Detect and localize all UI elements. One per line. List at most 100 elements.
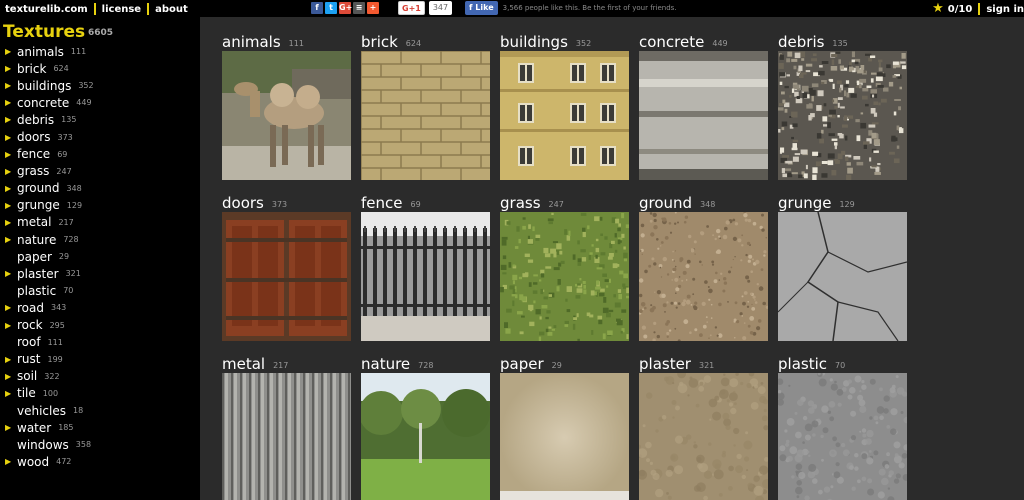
tile-title[interactable]: grunge — [778, 194, 831, 212]
tile-header: paper 29 — [500, 352, 630, 373]
texture-thumbnail[interactable] — [639, 212, 768, 341]
google-plus-one-button[interactable]: G+1 — [398, 1, 425, 15]
sidebar-item-buildings[interactable]: ▶ buildings 352 — [0, 77, 94, 94]
texture-tile-ground[interactable]: ground 348 — [639, 191, 769, 341]
sidebar-item-debris[interactable]: ▶ debris 135 — [0, 111, 94, 128]
sidebar-item-soil[interactable]: ▶ soil 322 — [0, 368, 94, 385]
sidebar-title[interactable]: Textures — [3, 22, 85, 42]
about-link[interactable]: about — [155, 4, 188, 15]
sidebar-item-roof[interactable]: roof 111 — [0, 334, 94, 351]
sidebar-item-plastic[interactable]: plastic 70 — [0, 282, 94, 299]
sidebar-item-water[interactable]: ▶ water 185 — [0, 419, 94, 436]
facebook-like-button[interactable]: f Like — [465, 1, 498, 15]
sidebar-item-count: 295 — [49, 320, 65, 330]
tile-title[interactable]: fence — [361, 194, 403, 212]
license-link[interactable]: license — [102, 4, 141, 15]
sidebar-item-windows[interactable]: windows 358 — [0, 436, 94, 453]
texture-thumbnail[interactable] — [500, 212, 629, 341]
tile-title[interactable]: paper — [500, 355, 544, 373]
tile-title[interactable]: doors — [222, 194, 264, 212]
texture-thumbnail[interactable] — [361, 373, 490, 500]
texture-thumbnail[interactable] — [361, 51, 490, 180]
texture-thumbnail[interactable] — [639, 51, 768, 180]
twitter-icon[interactable]: t — [325, 2, 337, 14]
texture-tile-fence[interactable]: fence 69 — [361, 191, 491, 341]
sidebar-item-doors[interactable]: ▶ doors 373 — [0, 128, 94, 145]
favorites-counter[interactable]: 0/10 — [948, 4, 973, 15]
texture-tile-plastic[interactable]: plastic 70 — [778, 352, 908, 500]
tile-title[interactable]: ground — [639, 194, 692, 212]
tile-title[interactable]: debris — [778, 33, 824, 51]
texture-thumbnail[interactable] — [361, 212, 490, 341]
sidebar-item-label: grunge — [17, 198, 60, 213]
tile-count: 321 — [698, 361, 715, 370]
triangle-right-icon: ▶ — [5, 200, 12, 210]
sidebar-item-count: 352 — [78, 81, 94, 91]
triangle-right-icon: ▶ — [5, 235, 12, 245]
texture-thumbnail[interactable] — [500, 51, 629, 180]
texture-thumbnail[interactable] — [778, 212, 907, 341]
sidebar-item-wood[interactable]: ▶ wood 472 — [0, 453, 94, 470]
texture-tile-plaster[interactable]: plaster 321 — [639, 352, 769, 500]
texture-tile-grass[interactable]: grass 247 — [500, 191, 630, 341]
sidebar-item-concrete[interactable]: ▶ concrete 449 — [0, 94, 94, 111]
sidebar-item-vehicles[interactable]: vehicles 18 — [0, 402, 94, 419]
sidebar-item-tile[interactable]: ▶ tile 100 — [0, 385, 94, 402]
sidebar-item-fence[interactable]: ▶ fence 69 — [0, 146, 94, 163]
tile-count: 373 — [271, 200, 288, 209]
sidebar-item-rock[interactable]: ▶ rock 295 — [0, 317, 94, 334]
sidebar-item-grunge[interactable]: ▶ grunge 129 — [0, 197, 94, 214]
sidebar-item-label: metal — [17, 215, 52, 230]
texture-thumbnail[interactable] — [778, 51, 907, 180]
tile-title[interactable]: concrete — [639, 33, 704, 51]
sidebar-item-count: 373 — [57, 132, 73, 142]
tile-title[interactable]: grass — [500, 194, 541, 212]
sidebar-item-label: rust — [17, 352, 41, 367]
sidebar-item-paper[interactable]: paper 29 — [0, 248, 94, 265]
site-link[interactable]: texturelib.com — [5, 4, 88, 15]
sidebar-item-rust[interactable]: ▶ rust 199 — [0, 351, 94, 368]
texture-tile-doors[interactable]: doors 373 — [222, 191, 352, 341]
texture-tile-metal[interactable]: metal 217 — [222, 352, 352, 500]
sidebar-item-brick[interactable]: ▶ brick 624 — [0, 60, 94, 77]
tile-title[interactable]: animals — [222, 33, 281, 51]
texture-tile-concrete[interactable]: concrete 449 — [639, 30, 769, 180]
texture-thumbnail[interactable] — [222, 373, 351, 500]
texture-tile-debris[interactable]: debris 135 — [778, 30, 908, 180]
sidebar-item-label: plaster — [17, 266, 59, 281]
tile-title[interactable]: plaster — [639, 355, 691, 373]
sign-in-link[interactable]: sign in — [986, 4, 1024, 15]
texture-tile-brick[interactable]: brick 624 — [361, 30, 491, 180]
sidebar-item-label: brick — [17, 61, 47, 76]
tile-header: brick 624 — [361, 30, 491, 51]
sidebar-item-ground[interactable]: ▶ ground 348 — [0, 180, 94, 197]
sidebar-item-grass[interactable]: ▶ grass 247 — [0, 163, 94, 180]
tile-title[interactable]: metal — [222, 355, 265, 373]
sidebar-item-animals[interactable]: ▶ animals 111 — [0, 43, 94, 60]
tile-title[interactable]: buildings — [500, 33, 568, 51]
sidebar-item-plaster[interactable]: ▶ plaster 321 — [0, 265, 94, 282]
texture-tile-buildings[interactable]: buildings 352 — [500, 30, 630, 180]
facebook-icon[interactable]: f — [311, 2, 323, 14]
texture-thumbnail[interactable] — [222, 212, 351, 341]
buffer-icon[interactable]: ≡ — [353, 2, 365, 14]
texture-tile-paper[interactable]: paper 29 — [500, 352, 630, 500]
google-plus-icon[interactable]: G+ — [339, 2, 352, 14]
texture-thumbnail[interactable] — [778, 373, 907, 500]
star-icon[interactable]: ★ — [932, 2, 944, 15]
sidebar-item-nature[interactable]: ▶ nature 728 — [0, 231, 94, 248]
texture-thumbnail[interactable] — [500, 373, 629, 500]
texture-tile-grunge[interactable]: grunge 129 — [778, 191, 908, 341]
texture-tile-animals[interactable]: animals 111 — [222, 30, 352, 180]
tile-title[interactable]: plastic — [778, 355, 827, 373]
texture-thumbnail[interactable] — [639, 373, 768, 500]
sidebar-item-road[interactable]: ▶ road 343 — [0, 299, 94, 316]
sidebar-item-count: 358 — [75, 440, 92, 450]
texture-thumbnail[interactable] — [222, 51, 351, 180]
addthis-icon[interactable]: + — [367, 2, 379, 14]
tile-title[interactable]: brick — [361, 33, 398, 51]
tile-title[interactable]: nature — [361, 355, 410, 373]
texture-tile-nature[interactable]: nature 728 — [361, 352, 491, 500]
sidebar-item-label: paper — [17, 249, 52, 264]
sidebar-item-metal[interactable]: ▶ metal 217 — [0, 214, 94, 231]
